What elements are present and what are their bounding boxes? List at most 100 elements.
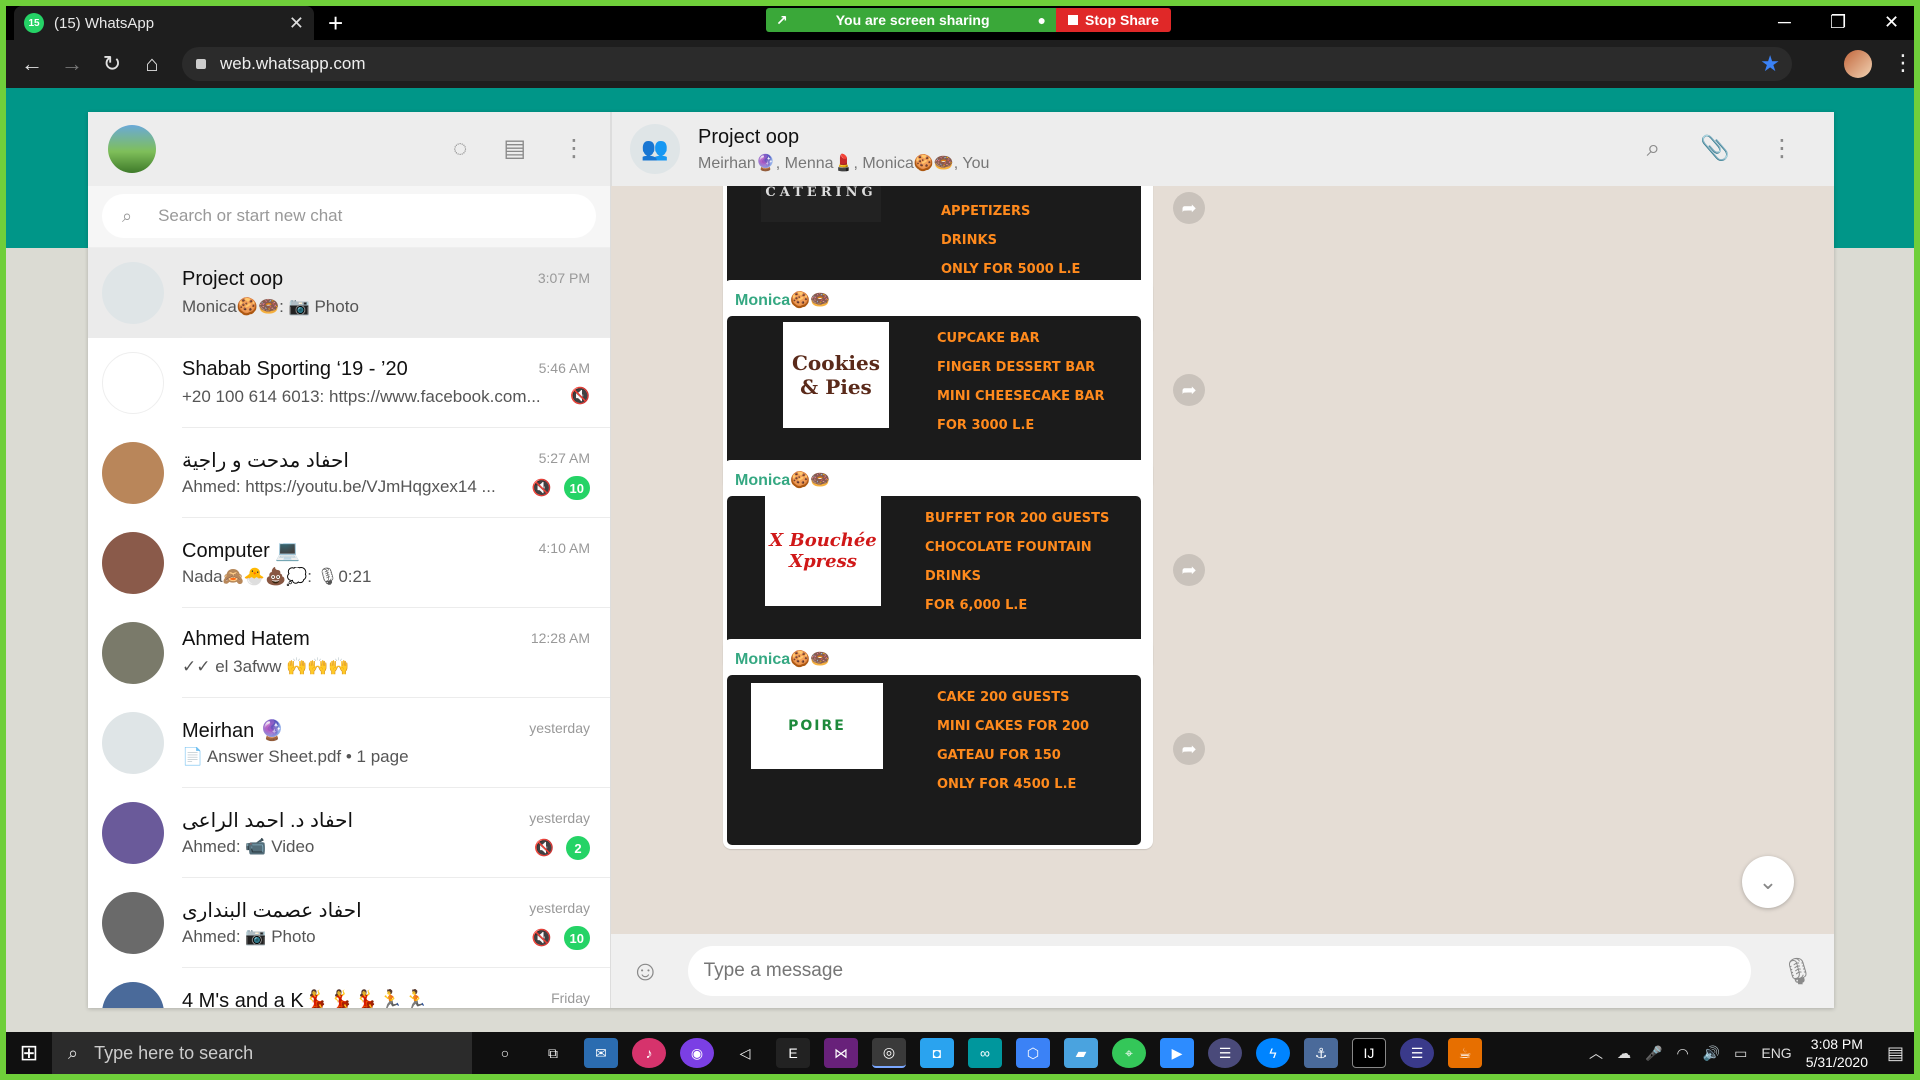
forward-icon[interactable]: ➦ [1173,554,1205,586]
chat-name: Meirhan 🔮 [182,720,285,742]
message-sender: Monica🍪🍩 [735,472,830,489]
messenger-icon[interactable]: ϟ [1256,1038,1290,1068]
promo-image[interactable]: POIRE CAKE 200 GUESTS MINI CAKES FOR 200 G… [727,675,1141,845]
minimize-icon[interactable]: ─ [1778,12,1791,33]
reload-icon[interactable]: ↻ [92,51,132,77]
stop-share-label: Stop Share [1085,12,1159,28]
app-icon[interactable]: ◉ [680,1038,714,1068]
vs-code-icon[interactable]: ◁ [728,1038,762,1068]
mysql-icon[interactable]: ⚓ [1304,1038,1338,1068]
promo-line: CAKE FOR 100 GUESTS [941,186,1108,197]
restore-icon[interactable]: ❐ [1830,12,1846,33]
message-list: CATERING CAKE FOR 100 GUESTS APPETIZERS DR… [611,186,1834,934]
chat-list: Project oop 3:07 PM Monica🍪🍩: 📷 Photo Sh… [88,248,610,1008]
vendor-logo: Cookies & Pies [783,322,889,428]
close-tab-icon[interactable]: ✕ [289,13,304,34]
chat-time: 4:10 AM [538,540,590,556]
attach-icon[interactable]: 📎 [1700,137,1730,161]
forward-icon[interactable]: → [52,51,92,77]
scroll-down-button[interactable]: ⌄ [1742,856,1794,908]
volume-icon[interactable]: 🔊 [1703,1045,1720,1062]
chat-list-item[interactable]: Meirhan 🔮 yesterday 📄 Answer Sheet.pdf •… [88,698,610,788]
windows-taskbar: ⊞ ⌕ Type here to search ○ ⧉ ✉ ♪ ◉ ◁ E ⋈ … [6,1032,1914,1074]
conversation-header[interactable]: 👥 Project oop Meirhan🔮, Menna💄, Monica🍪🍩… [611,112,1834,186]
forward-icon[interactable]: ➦ [1173,733,1205,765]
chat-list-item[interactable]: Shabab Sporting ‘19 - ’20 5:46 AM +20 10… [88,338,610,428]
microphone-icon[interactable]: 🎙 [1781,958,1814,984]
intellij-icon[interactable]: IJ [1352,1038,1386,1068]
browser-tab[interactable]: 15 (15) WhatsApp ✕ [14,6,314,40]
chat-list-item[interactable]: Computer 💻 4:10 AM Nada🙈🐣💩💭: 🎙0:21 [88,518,610,608]
my-avatar[interactable] [108,125,156,173]
emoji-icon[interactable]: ☺ [631,957,660,985]
new-chat-icon[interactable]: ▤ [503,137,526,161]
conversation-menu-icon[interactable]: ⋮ [1770,137,1794,161]
close-window-icon[interactable]: ✕ [1884,12,1899,33]
search-icon: ⌕ [68,1043,79,1063]
image-message[interactable]: Monica🍪🍩 POIRE CAKE 200 GUESTS MINI CAKES… [723,639,1153,849]
zoom-icon[interactable]: ▶ [1160,1038,1194,1068]
promo-text: CAKE FOR 100 GUESTSAPPETIZERSDRINKSONLY … [941,186,1108,284]
bookmark-star-icon[interactable]: ★ [1760,51,1780,77]
browser-toolbar: ← → ↻ ⌂ web.whatsapp.com ★ ⋮ [6,40,1914,88]
promo-line: MINI CHEESECAKE BAR [937,389,1105,404]
group-avatar[interactable]: 👥 [630,124,680,174]
search-input[interactable]: ⌕ Search or start new chat [102,194,596,238]
chat-list-item[interactable]: احفاد مدحت و راجية 5:27 AM Ahmed: https:… [88,428,610,518]
image-message[interactable]: Monica🍪🍩 Cookies & Pies CUPCAKE BAR FINGE… [723,280,1153,490]
profile-avatar[interactable] [1844,50,1872,78]
cortana-icon[interactable]: ○ [488,1038,522,1068]
url-text: web.whatsapp.com [220,54,366,73]
chrome-icon[interactable]: ◎ [872,1038,906,1068]
mic-tray-icon[interactable]: 🎤 [1645,1045,1662,1062]
chat-body: Meirhan 🔮 yesterday 📄 Answer Sheet.pdf •… [182,698,610,788]
chat-list-item[interactable]: احفاد عصمت البندارى yesterday Ahmed: 📷 P… [88,878,610,968]
forward-icon[interactable]: ➦ [1173,192,1205,224]
chat-list-item[interactable]: احفاد د. احمد الراعى yesterday Ahmed: 📹 … [88,788,610,878]
notifications-icon[interactable]: ▤ [1887,1043,1904,1064]
tray-chevron-icon[interactable]: ︿ [1589,1043,1603,1063]
maps-icon[interactable]: ⌖ [1112,1038,1146,1068]
chat-list-item[interactable]: 4 M's and a K💃💃💃🏃🏃 Friday [88,968,610,1008]
java-icon[interactable]: ☕ [1448,1038,1482,1068]
pin-icon: ↗ [776,11,788,28]
clock[interactable]: 3:08 PM 5/31/2020 [1806,1035,1868,1071]
chat-list-item[interactable]: Project oop 3:07 PM Monica🍪🍩: 📷 Photo [88,248,610,338]
status-icon[interactable]: ◌ [453,137,467,161]
menu-icon[interactable]: ⋮ [562,137,586,161]
promo-text: BUFFET FOR 200 GUESTS CHOCOLATE FOUNTAIN D… [925,504,1109,620]
search-messages-icon[interactable]: ⌕ [1647,137,1660,161]
address-bar[interactable]: web.whatsapp.com ★ [182,47,1792,81]
virtualbox-icon[interactable]: ⬡ [1016,1038,1050,1068]
muted-icon: 🔇 [534,840,554,857]
language-indicator[interactable]: ENG [1761,1045,1791,1061]
chat-name: احفاد مدحت و راجية [182,450,349,472]
start-icon[interactable]: ⊞ [6,1040,52,1066]
onedrive-icon[interactable]: ☁ [1617,1045,1631,1062]
taskbar-search[interactable]: ⌕ Type here to search [52,1032,472,1074]
promo-line: BUFFET FOR 200 GUESTS [925,511,1110,526]
browser-menu-icon[interactable]: ⋮ [1892,50,1914,76]
task-view-icon[interactable]: ⧉ [536,1038,570,1068]
muted-icon: 🔇 [570,388,590,405]
epic-games-icon[interactable]: E [776,1038,810,1068]
eclipse-icon[interactable]: ☰ [1208,1038,1242,1068]
eclipse-ide-icon[interactable]: ☰ [1400,1038,1434,1068]
stop-share-button[interactable]: Stop Share [1056,8,1171,32]
back-icon[interactable]: ← [12,51,52,77]
chat-time: 3:07 PM [537,270,590,286]
visual-studio-icon[interactable]: ⋈ [824,1038,858,1068]
mail-icon[interactable]: ✉ [584,1038,618,1068]
itunes-icon[interactable]: ♪ [632,1038,666,1068]
forward-icon[interactable]: ➦ [1173,374,1205,406]
battery-icon[interactable]: ▭ [1734,1045,1747,1062]
message-input[interactable] [687,946,1751,996]
arduino-icon[interactable]: ∞ [968,1038,1002,1068]
instagram-icon[interactable]: ◘ [920,1038,954,1068]
notes-icon[interactable]: ▰ [1064,1038,1098,1068]
chat-list-item[interactable]: Ahmed Hatem 12:28 AM ✓✓ el 3afww 🙌🙌🙌 [88,608,610,698]
new-tab-icon[interactable]: + [328,10,343,36]
system-tray: ︿ ☁ 🎤 ◠ 🔊 ▭ ENG 3:08 PM 5/31/2020 [1589,1035,1868,1071]
wifi-icon[interactable]: ◠ [1676,1045,1688,1062]
home-icon[interactable]: ⌂ [132,51,172,77]
